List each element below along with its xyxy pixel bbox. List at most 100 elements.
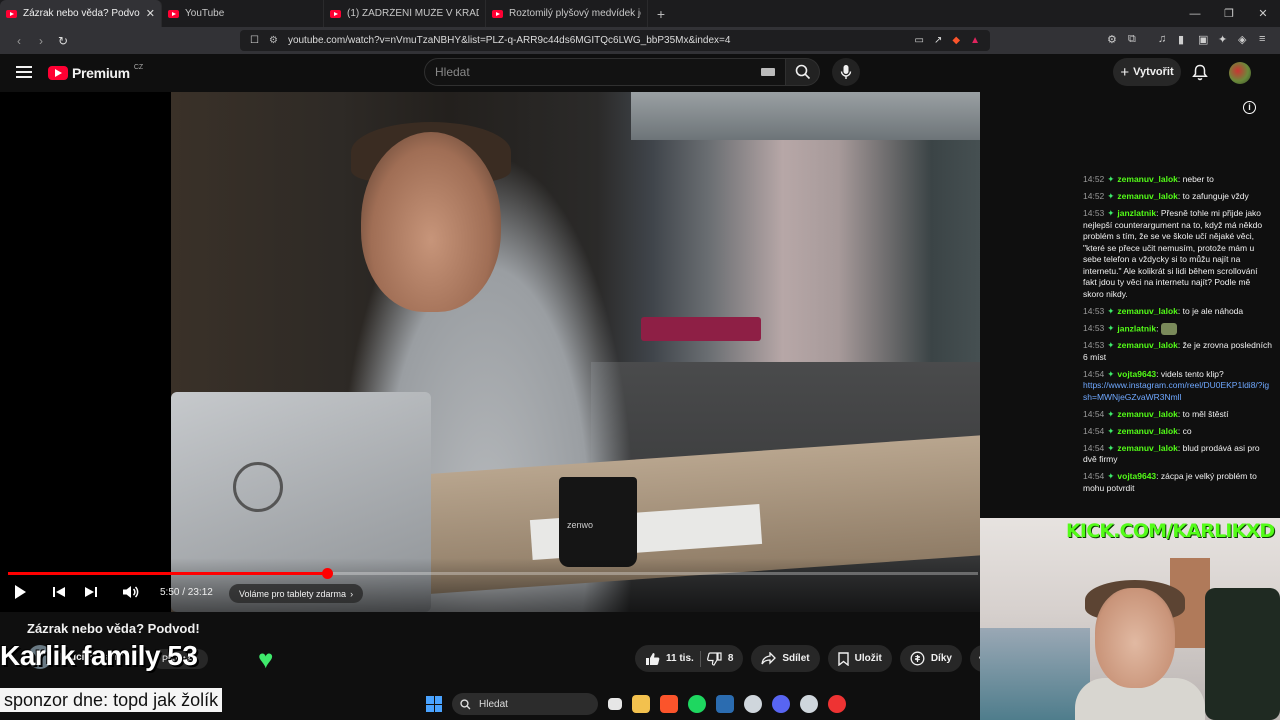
sidebar-icon[interactable]: ▮ xyxy=(1178,33,1184,46)
player-controls-gradient xyxy=(0,558,980,612)
chat-timestamp: 14:54 xyxy=(1083,368,1105,379)
info-icon[interactable]: i xyxy=(1243,101,1256,114)
chat-username[interactable]: zemanuv_lalok xyxy=(1117,443,1177,453)
share-page-icon[interactable]: ↗ xyxy=(934,35,942,46)
browser-tab-3[interactable]: (1) ZADRŽENÍ MUŽE V KRADENÉM A xyxy=(324,0,486,27)
youtube-premium-logo[interactable]: Premium CZ xyxy=(48,63,144,81)
chat-username[interactable]: zemanuv_lalok xyxy=(1117,340,1177,350)
menu-icon[interactable]: ≡ xyxy=(1259,33,1265,45)
discord-icon[interactable] xyxy=(772,695,790,713)
progress-scrubber[interactable] xyxy=(322,568,334,579)
wallet-icon[interactable]: ▣ xyxy=(1198,33,1208,46)
minimize-icon[interactable]: — xyxy=(1178,0,1212,27)
chapter-label: Voláme pro tablety zdarma xyxy=(239,588,347,599)
chat-badge-icon: ✦ xyxy=(1107,340,1115,350)
notifications-bell-icon[interactable] xyxy=(1192,64,1208,86)
region-code: CZ xyxy=(133,63,144,71)
chat-timestamp: 14:54 xyxy=(1083,425,1105,436)
chat-username[interactable]: janzlatnik xyxy=(1117,323,1156,333)
browser-tab-1[interactable]: Zázrak nebo věda? Podvod! - Yo ✕ xyxy=(0,0,162,27)
thanks-icon xyxy=(910,651,925,666)
thanks-button[interactable]: Díky xyxy=(899,645,962,672)
close-window-icon[interactable]: ✕ xyxy=(1246,0,1280,27)
chapter-button[interactable]: Voláme pro tablety zdarma › xyxy=(229,584,364,603)
chat-message: 14:54 ✦ vojta9643: videls tento klip? https… xyxy=(1083,369,1273,404)
chat-username[interactable]: vojta9643 xyxy=(1117,471,1156,481)
video-player[interactable]: zenwo 5:50 / 23:12 Voláme pro tablety zd… xyxy=(0,92,980,612)
dislike-button[interactable]: 8 xyxy=(706,651,733,666)
browser-tab-2[interactable]: YouTube xyxy=(162,0,324,27)
chat-username[interactable]: zemanuv_lalok xyxy=(1117,306,1177,316)
like-button[interactable]: 11 tis. xyxy=(645,652,694,666)
chat-username[interactable]: vojta9643 xyxy=(1117,369,1156,379)
browser-tab-4[interactable]: Roztomilý plyšový medvídek je zároveň xyxy=(486,0,648,27)
previous-button[interactable] xyxy=(52,584,66,605)
windows-taskbar: Hledat xyxy=(420,688,980,720)
app-icon-2[interactable] xyxy=(800,695,818,713)
chat-timestamp: 14:52 xyxy=(1083,174,1105,184)
search-button[interactable] xyxy=(786,58,820,86)
logo-text: Premium xyxy=(72,65,130,81)
forward-icon[interactable]: › xyxy=(30,34,52,48)
media-icon[interactable]: ♫ xyxy=(1158,33,1166,45)
next-button[interactable] xyxy=(84,584,98,605)
chat-badge-icon: ✦ xyxy=(1107,174,1115,184)
new-tab-icon[interactable]: + xyxy=(648,0,674,27)
keyboard-icon[interactable] xyxy=(761,68,775,76)
share-label: Sdílet xyxy=(782,653,810,664)
chevron-right-icon: › xyxy=(350,588,354,599)
obs-icon[interactable] xyxy=(828,695,846,713)
share-icon xyxy=(761,652,777,665)
restore-icon[interactable]: ❐ xyxy=(1212,0,1246,27)
volume-icon xyxy=(123,586,139,598)
windows-start-icon[interactable] xyxy=(426,696,442,712)
tab-close-icon[interactable]: ✕ xyxy=(146,7,155,20)
hamburger-menu-icon[interactable] xyxy=(16,66,32,80)
volume-button[interactable] xyxy=(122,584,140,605)
play-button[interactable] xyxy=(13,584,27,605)
account-avatar[interactable] xyxy=(1229,62,1251,84)
progress-bar[interactable] xyxy=(8,568,978,579)
screenshot-icon[interactable]: ⧉ xyxy=(1128,33,1136,46)
brave-rewards-icon[interactable]: ▲ xyxy=(970,35,980,46)
chat-link[interactable]: https://www.instagram.com/reel/DU0EKP1ld… xyxy=(1083,380,1273,403)
app-icon[interactable] xyxy=(716,695,734,713)
chat-badge-icon: ✦ xyxy=(1107,208,1115,218)
leo-icon[interactable]: ✦ xyxy=(1218,33,1227,46)
site-info-icon[interactable]: ⚙ xyxy=(269,35,278,46)
chat-username[interactable]: zemanuv_lalok xyxy=(1117,426,1177,436)
share-button[interactable]: Sdílet xyxy=(751,645,820,672)
taskbar-search[interactable]: Hledat xyxy=(452,693,598,715)
chat-badge-icon: ✦ xyxy=(1107,442,1115,453)
vpn-icon[interactable]: ◈ xyxy=(1238,33,1246,46)
reload-icon[interactable]: ↻ xyxy=(52,34,74,48)
brave-icon[interactable] xyxy=(660,695,678,713)
extensions-icon[interactable]: ⚙ xyxy=(1107,33,1117,46)
search-input[interactable]: Hledat xyxy=(424,58,786,86)
back-icon[interactable]: ‹ xyxy=(8,34,30,48)
spotify-icon[interactable] xyxy=(688,695,706,713)
file-explorer-icon[interactable] xyxy=(632,695,650,713)
chat-username[interactable]: zemanuv_lalok xyxy=(1117,409,1177,419)
save-button[interactable]: Uložit xyxy=(827,645,892,672)
url-field[interactable]: ☐ ⚙ youtube.com/watch?v=nVmuTzaNBHY&list… xyxy=(240,30,990,51)
chat-timestamp: 14:54 xyxy=(1083,471,1105,481)
chat-username[interactable]: janzlatnik xyxy=(1117,208,1156,218)
divider xyxy=(699,650,701,667)
task-view-icon[interactable] xyxy=(608,698,622,710)
chat-text: videls tento klip? xyxy=(1160,368,1224,379)
search-icon xyxy=(795,64,810,80)
ccleaner-icon[interactable] xyxy=(744,695,762,713)
chat-username[interactable]: zemanuv_lalok xyxy=(1117,174,1177,184)
voice-search-button[interactable] xyxy=(832,58,860,86)
bookmark-icon[interactable]: ☐ xyxy=(250,35,259,46)
create-button[interactable]: + Vytvořit xyxy=(1113,58,1181,86)
cast-icon[interactable]: ▭ xyxy=(915,35,924,46)
chat-timestamp: 14:53 xyxy=(1083,340,1105,350)
chat-message: 14:54 ✦ zemanuv_lalok: to měl štěstí xyxy=(1083,409,1273,421)
chat-message: 14:53 ✦ zemanuv_lalok: to je ale náhoda xyxy=(1083,306,1273,318)
youtube-header: Premium CZ Hledat + Vytvořit xyxy=(0,54,1280,92)
brave-shield-icon[interactable]: ◆ xyxy=(952,35,960,46)
youtube-favicon-icon xyxy=(492,9,503,18)
chat-username[interactable]: zemanuv_lalok xyxy=(1117,191,1177,201)
